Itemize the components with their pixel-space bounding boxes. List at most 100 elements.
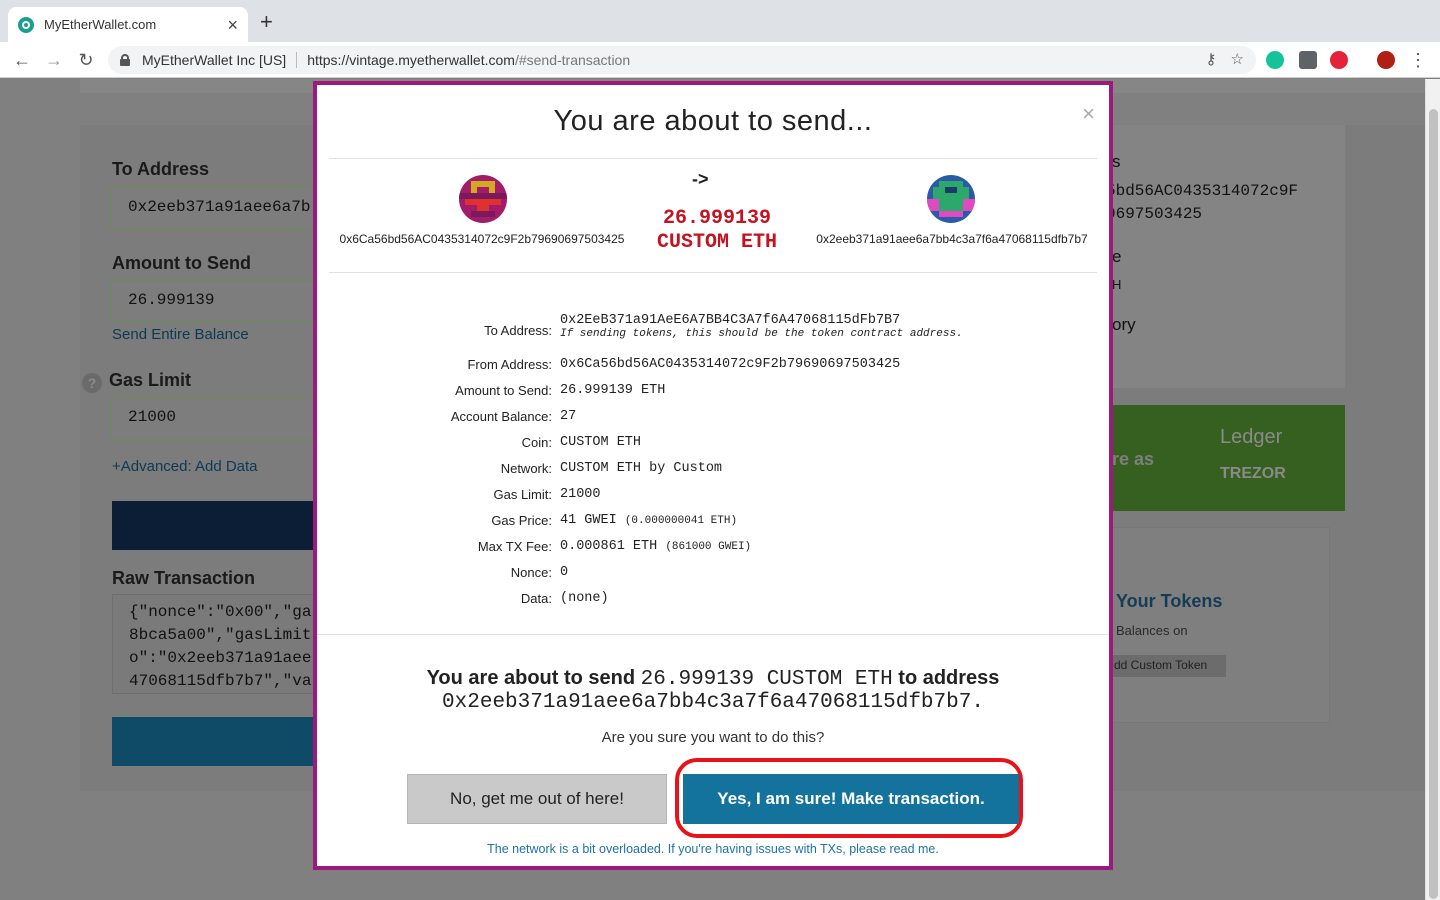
confirm-address: 0x2eeb371a91aee6a7bb4c3a7f6a47068115dfb7… <box>442 691 984 714</box>
detail-value: 0x6Ca56bd56AC0435314072c9F2b796906975034… <box>560 357 901 372</box>
detail-note: If sending tokens, this should be the to… <box>560 328 963 340</box>
extension-icon[interactable] <box>1299 51 1317 69</box>
amount-value-big: 26.999139 <box>662 207 772 230</box>
detail-value: 21000 <box>560 487 601 502</box>
trezor-logo: TREZOR <box>1220 465 1286 482</box>
detail-label: Gas Price: <box>491 513 552 528</box>
wallet-info-heading-partial: s <box>1112 152 1121 171</box>
detail-row-amount: Amount to Send: 26.999139 ETH <box>317 383 1109 398</box>
detail-row-network: Network: CUSTOM ETH by Custom <box>317 461 1109 476</box>
cancel-button[interactable]: No, get me out of here! <box>407 774 667 824</box>
profile-avatar-icon[interactable] <box>1377 51 1395 69</box>
detail-value: 0x2EeB371a91AeE6A7BB4C3A7f6A47068115dFb7… <box>560 313 901 328</box>
reload-icon[interactable]: ↻ <box>74 48 98 72</box>
detail-value: 0 <box>560 565 569 580</box>
to-address-label: To Address <box>112 159 210 179</box>
detail-value-main: 0.000861 ETH <box>560 539 658 554</box>
your-tokens-heading: Your Tokens <box>1116 591 1223 611</box>
detail-value: (none) <box>560 591 609 606</box>
amount-unit-big: CUSTOM ETH <box>656 231 778 254</box>
browser-tab[interactable]: MyEtherWallet.com × <box>8 7 248 42</box>
menu-icon[interactable]: ⋮ <box>1406 48 1430 72</box>
modal-divider <box>317 634 1109 635</box>
help-icon[interactable]: ? <box>82 373 102 393</box>
token-balances-text: Balances on <box>1116 623 1188 638</box>
new-tab-button[interactable]: + <box>260 11 273 33</box>
ledger-logo: Ledger <box>1220 426 1283 448</box>
advanced-add-data-link[interactable]: +Advanced: Add Data <box>112 458 258 475</box>
confirm-amount: 26.999139 CUSTOM ETH <box>640 668 893 691</box>
tab-title: MyEtherWallet.com <box>44 17 157 32</box>
key-icon[interactable]: ⚷ <box>1206 50 1217 68</box>
detail-row-balance: Account Balance: 27 <box>317 409 1109 424</box>
balance-value-partial: H <box>1112 277 1122 292</box>
to-address-input[interactable]: 0x2eeb371a91aee6a7b <box>111 187 321 229</box>
detail-value-small: (861000 GWEI) <box>665 541 752 553</box>
url-host: https://vintage.myetherwallet.com <box>307 52 515 68</box>
direction-arrow: -> <box>692 169 709 189</box>
raw-transaction-textarea[interactable]: {"nonce":"0x00","ga 8bca5a00","gasLimit … <box>112 594 317 694</box>
detail-label: Amount to Send: <box>455 383 552 398</box>
site-org-name: MyEtherWallet Inc [US] <box>142 52 287 68</box>
detail-value: 41 GWEI (0.000000041 ETH) <box>560 513 737 528</box>
lock-icon <box>120 54 130 66</box>
modal-title: You are about to send... <box>553 105 873 137</box>
send-entire-balance-link[interactable]: Send Entire Balance <box>112 326 249 343</box>
amount-label: Amount to Send <box>112 253 251 273</box>
gas-limit-input[interactable]: 21000 <box>111 397 321 439</box>
wallet-info-card <box>1112 125 1345 388</box>
forward-icon[interactable]: → <box>42 48 66 72</box>
modal-close-icon[interactable]: × <box>1082 101 1095 127</box>
history-link-partial[interactable]: ory <box>1112 315 1136 335</box>
detail-label: Nonce: <box>510 565 552 580</box>
browser-tabstrip: MyEtherWallet.com × + <box>0 0 1440 42</box>
detail-row-to-address: To Address: 0x2EeB371a91AeE6A7BB4C3A7f6A… <box>317 313 1109 340</box>
back-icon[interactable]: ← <box>10 48 34 72</box>
detail-value-main: 41 GWEI <box>560 513 617 528</box>
confirm-mid: to address <box>898 667 1000 689</box>
confirm-prefix: You are about to send <box>426 667 636 689</box>
detail-row-max-fee: Max TX Fee: 0.000861 ETH (861000 GWEI) <box>317 539 1109 554</box>
browser-toolbar: ← → ↻ MyEtherWallet Inc [US] https://vin… <box>0 42 1440 78</box>
detail-value-small: (0.000000041 ETH) <box>624 515 738 527</box>
generate-transaction-button[interactable] <box>112 501 317 550</box>
detail-label: From Address: <box>467 357 552 372</box>
amount-input[interactable]: 26.999139 <box>111 280 321 322</box>
add-custom-token-button[interactable]: dd Custom Token <box>1112 655 1226 677</box>
to-identicon <box>927 175 975 223</box>
confirm-send-modal: You are about to send... × 0x6Ca56bd56AC… <box>313 81 1113 870</box>
wallet-address-line2: 0697503425 <box>1106 205 1203 223</box>
wallet-address-line1: 5bd56AC0435314072c9F <box>1106 182 1299 200</box>
detail-value: 27 <box>560 409 577 424</box>
confirm-question: Are you sure you want to do this? <box>601 729 825 746</box>
to-address-short: 0x2eeb371a91aee6a7bb4c3a7f6a47068115dfb7… <box>816 232 1088 246</box>
from-identicon <box>459 175 507 223</box>
detail-row-gas-limit: Gas Limit: 21000 <box>317 487 1109 502</box>
star-icon[interactable]: ☆ <box>1231 50 1244 68</box>
send-transaction-button[interactable] <box>112 717 317 766</box>
grammarly-icon[interactable] <box>1266 51 1284 69</box>
detail-label: Data: <box>520 591 552 606</box>
network-overloaded-link[interactable]: The network is a bit overloaded. If you'… <box>317 842 1109 856</box>
detail-value: CUSTOM ETH by Custom <box>560 461 723 476</box>
detail-row-data: Data: (none) <box>317 591 1109 606</box>
tab-close-icon[interactable]: × <box>227 16 238 34</box>
page-scrollbar[interactable] <box>1425 79 1440 900</box>
detail-label: Gas Limit: <box>493 487 552 502</box>
confirm-transaction-button[interactable]: Yes, I am sure! Make transaction. <box>683 774 1019 824</box>
detail-value: 0.000861 ETH (861000 GWEI) <box>560 539 751 554</box>
scrollbar-thumb[interactable] <box>1429 109 1438 899</box>
detail-label: Max TX Fee: <box>477 539 552 554</box>
detail-label: Coin: <box>521 435 552 450</box>
amount-display: 26.999139 CUSTOM ETH <box>637 207 797 255</box>
detail-value: 26.999139 ETH <box>560 383 666 398</box>
adblock-icon[interactable] <box>1330 51 1348 69</box>
detail-row-from-address: From Address: 0x6Ca56bd56AC0435314072c9F… <box>317 357 1109 372</box>
detail-row-nonce: Nonce: 0 <box>317 565 1109 580</box>
address-bar[interactable]: MyEtherWallet Inc [US] https://vintage.m… <box>108 46 1256 74</box>
myetherwallet-favicon-icon <box>18 16 34 33</box>
modal-divider <box>329 158 1097 159</box>
detail-label: Network: <box>500 461 552 476</box>
from-address-short: 0x6Ca56bd56AC0435314072c9F2b796906975034… <box>339 232 625 246</box>
detail-label: To Address: <box>484 323 552 338</box>
